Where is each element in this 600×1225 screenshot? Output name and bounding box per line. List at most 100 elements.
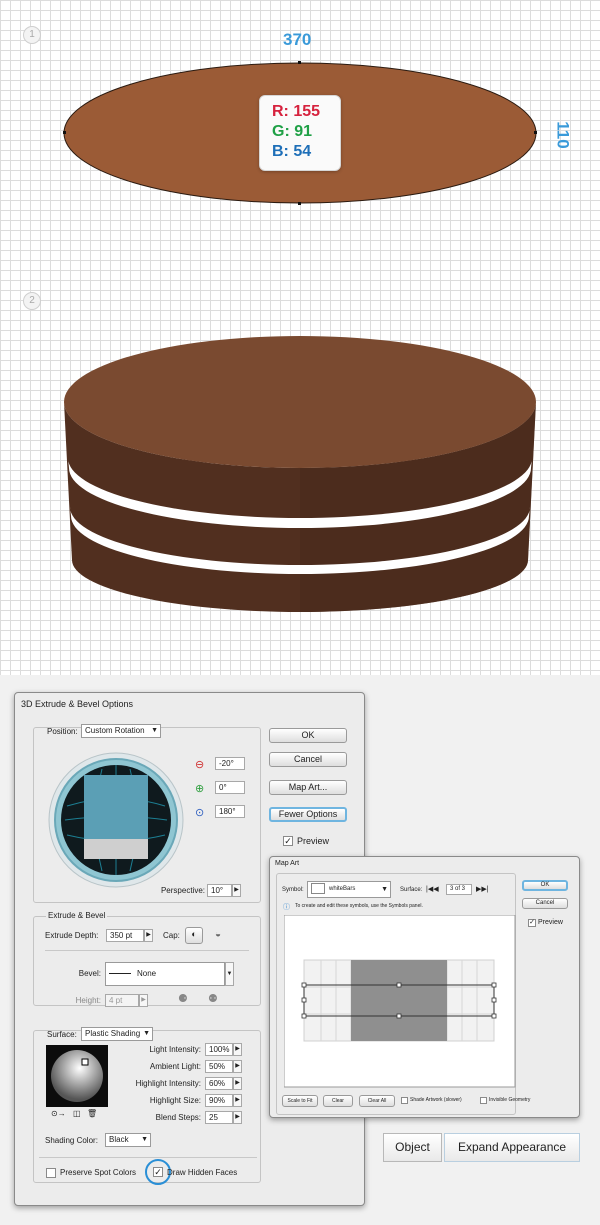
map-art-dialog: Map Art Symbol: whiteBars ▼ Surface: |◀◀ … (269, 856, 580, 1118)
bevel-value: None (137, 969, 157, 978)
divider (45, 950, 249, 951)
chevron-down-icon[interactable]: ▼ (225, 962, 234, 986)
highlight-intensity-arrow-icon[interactable]: ▶ (233, 1077, 242, 1090)
preview-checkbox[interactable]: ✓ (283, 836, 293, 846)
cake-top (64, 336, 536, 468)
bevel-preview-icon (109, 973, 131, 975)
ambient-light-label: Ambient Light: (149, 1062, 201, 1071)
extrude-depth-field[interactable]: 350 pt (106, 929, 144, 942)
surface-select[interactable]: Plastic Shading ▼ (81, 1027, 153, 1041)
chevron-down-icon: ▼ (141, 1136, 148, 1143)
new-light-icon[interactable]: ◫ (73, 1109, 81, 1118)
clear-all-button[interactable]: Clear All (359, 1095, 395, 1107)
position-select[interactable]: Custom Rotation ▼ (81, 724, 161, 738)
divider (39, 1157, 257, 1158)
draw-hidden-faces-checkbox[interactable]: ✓ (153, 1167, 163, 1177)
red-value: R: 155 (272, 103, 321, 120)
blend-steps-field[interactable]: 25 (205, 1111, 233, 1124)
highlight-size-arrow-icon[interactable]: ▶ (233, 1094, 242, 1107)
shading-color-select[interactable]: Black ▼ (105, 1133, 151, 1147)
height-label: Height: (75, 996, 101, 1005)
light-intensity-arrow-icon[interactable]: ▶ (233, 1043, 242, 1056)
anchor-point-right (534, 131, 537, 134)
map-art-preview[interactable] (284, 915, 516, 1088)
map-art-preview-label: Preview (538, 919, 563, 926)
chevron-down-icon: ▼ (381, 886, 388, 893)
map-art-title: Map Art (275, 860, 300, 867)
cap-label: Cap: (163, 931, 180, 940)
clear-button[interactable]: Clear (323, 1095, 353, 1107)
symbol-swatch-icon (311, 882, 325, 894)
x-rotation-field[interactable]: -20° (215, 757, 245, 770)
rotation-trackball[interactable] (47, 751, 185, 889)
map-art-cancel-button[interactable]: Cancel (522, 898, 568, 909)
cap-off-icon[interactable]: ◒ (215, 929, 221, 940)
map-art-button[interactable]: Map Art... (269, 780, 347, 795)
symbol-select[interactable]: whiteBars ▼ (307, 881, 391, 898)
green-value: G: 91 (272, 123, 313, 140)
ok-button[interactable]: OK (269, 728, 347, 743)
cake-3d (64, 336, 536, 612)
expand-appearance-button[interactable]: Expand Appearance (444, 1133, 580, 1162)
highlight-size-label: Highlight Size: (149, 1096, 201, 1105)
map-art-preview-checkbox[interactable]: ✓ (528, 919, 536, 927)
map-art-ok-button[interactable]: OK (522, 880, 568, 891)
step-2-badge: 2 (23, 292, 41, 310)
symbol-value: whiteBars (329, 886, 356, 892)
rgb-values-tooltip: R: 155 G: 91 B: 54 (259, 95, 341, 171)
preserve-spot-colors-checkbox[interactable] (46, 1168, 56, 1178)
height-field[interactable]: 4 pt (105, 994, 139, 1007)
shading-color-label: Shading Color: (45, 1136, 98, 1145)
height-arrow-icon[interactable]: ▶ (139, 994, 148, 1007)
blend-steps-arrow-icon[interactable]: ▶ (233, 1111, 242, 1124)
blue-value: B: 54 (272, 143, 312, 160)
light-intensity-field[interactable]: 100% (205, 1043, 233, 1056)
info-icon: ⓘ (283, 904, 290, 911)
fewer-options-button[interactable]: Fewer Options (269, 807, 347, 822)
invisible-geometry-label: Invisible Geometry (489, 1097, 531, 1103)
invisible-geometry-checkbox[interactable] (480, 1097, 487, 1104)
surface-field[interactable]: 3 of 3 (446, 884, 472, 895)
surface-label: Surface: (47, 1030, 77, 1039)
light-move-back-icon[interactable]: ⊙→ (51, 1109, 66, 1118)
z-rotation-field[interactable]: 180° (215, 805, 245, 818)
perspective-label: Perspective: (160, 886, 205, 895)
bevel-out-icon[interactable]: ⚈ (178, 992, 188, 1005)
scale-to-fit-button[interactable]: Scale to Fit (282, 1095, 318, 1107)
dialog-title: 3D Extrude & Bevel Options (21, 699, 134, 709)
light-sphere-preview[interactable] (46, 1045, 108, 1107)
bevel-label: Bevel: (78, 969, 101, 978)
light-intensity-label: Light Intensity: (149, 1045, 201, 1054)
highlight-size-field[interactable]: 90% (205, 1094, 233, 1107)
bevel-select[interactable]: None (105, 962, 225, 986)
chevron-down-icon: ▼ (151, 727, 158, 734)
ambient-light-field[interactable]: 50% (205, 1060, 233, 1073)
position-label: Position: (47, 727, 78, 736)
y-rotation-field[interactable]: 0° (215, 781, 245, 794)
anchor-point-top (298, 61, 301, 64)
cancel-button[interactable]: Cancel (269, 752, 347, 767)
shade-artwork-checkbox[interactable] (401, 1097, 408, 1104)
perspective-arrow-icon[interactable]: ▶ (232, 884, 241, 897)
anchor-point-left (63, 131, 66, 134)
object-button[interactable]: Object (383, 1133, 442, 1162)
symbols-info-text: To create and edit these symbols, use th… (295, 903, 423, 909)
highlight-intensity-label: Highlight Intensity: (135, 1079, 201, 1088)
ambient-light-arrow-icon[interactable]: ▶ (233, 1060, 242, 1073)
z-axis-rotation-icon: ⊙ (195, 807, 205, 819)
y-axis-rotation-icon: ⊕ (195, 783, 205, 795)
preview-label: Preview (297, 836, 330, 846)
delete-light-icon[interactable]: 🗑 (87, 1109, 97, 1118)
first-surface-icon[interactable]: |◀◀ (426, 885, 439, 893)
perspective-field[interactable]: 10° (207, 884, 232, 897)
highlight-intensity-field[interactable]: 60% (205, 1077, 233, 1090)
cap-on-button[interactable]: ◐ (185, 927, 203, 944)
extrude-depth-arrow-icon[interactable]: ▶ (144, 929, 153, 942)
last-surface-icon[interactable]: ▶▶| (476, 885, 489, 893)
preserve-spot-colors-label: Preserve Spot Colors (60, 1168, 137, 1177)
surface-value: Plastic Shading (85, 1029, 141, 1038)
extrude-section-label: Extrude & Bevel (46, 911, 108, 920)
chevron-down-icon: ▼ (143, 1030, 150, 1037)
draw-hidden-faces-label: Draw Hidden Faces (167, 1168, 238, 1177)
bevel-in-icon[interactable]: ⚉ (208, 992, 218, 1005)
